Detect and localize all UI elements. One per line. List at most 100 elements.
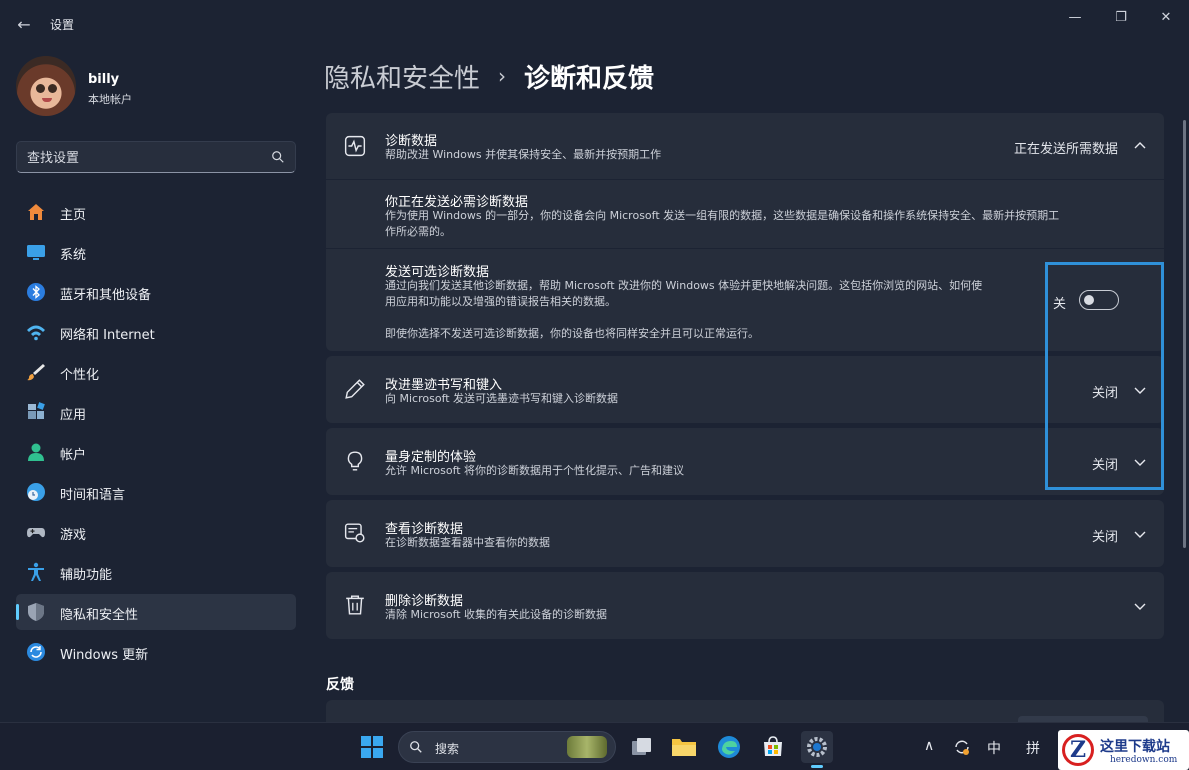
breadcrumb-separator: › — [498, 64, 507, 88]
sidebar-item-gaming[interactable]: 游戏 — [16, 514, 296, 550]
sidebar-item-privacy[interactable]: 隐私和安全性 — [16, 594, 296, 630]
inking-subtitle: 向 Microsoft 发送可选墨迹书写和键入诊断数据 — [385, 392, 619, 405]
gear-icon — [807, 737, 827, 757]
optional-diagnostic-desc-2: 用应用和功能以及增强的错误报告相关的数据。 — [385, 295, 616, 308]
watermark-url: heredown.com — [1110, 755, 1178, 765]
monitor-icon — [27, 245, 45, 260]
sidebar-item-label: 主页 — [60, 208, 87, 223]
sidebar-item-apps[interactable]: 应用 — [16, 394, 296, 430]
optional-diagnostic-desc-1: 通过向我们发送其他诊断数据，帮助 Microsoft 改进你的 Windows … — [385, 279, 983, 292]
store-icon — [764, 736, 782, 756]
file-explorer-button[interactable] — [668, 731, 700, 763]
breadcrumb-parent[interactable]: 隐私和安全性 — [324, 58, 480, 95]
required-diagnostic-row: 你正在发送必需诊断数据 作为使用 Windows 的一部分，你的设备会向 Mic… — [326, 180, 1164, 248]
sidebar-item-system[interactable]: 系统 — [16, 234, 296, 270]
lightbulb-icon — [347, 451, 363, 471]
view-diagnostic-status: 关闭 — [1091, 530, 1118, 545]
feedback-frequency-card[interactable] — [326, 700, 1164, 726]
diagnostic-data-card: 诊断数据 帮助改进 Windows 并使其保持安全、最新并按预期工作 正在发送所… — [326, 113, 1164, 351]
sidebar-item-time-language[interactable]: 时间和语言 — [16, 474, 296, 510]
diagnostic-data-header[interactable]: 诊断数据 帮助改进 Windows 并使其保持安全、最新并按预期工作 正在发送所… — [326, 113, 1164, 179]
bluetooth-icon — [27, 283, 45, 301]
diagnostic-data-subtitle: 帮助改进 Windows 并使其保持安全、最新并按预期工作 — [385, 148, 662, 161]
account-type: 本地帐户 — [88, 93, 132, 106]
sidebar-item-label: 帐户 — [60, 448, 87, 463]
close-button[interactable]: ✕ — [1143, 6, 1189, 28]
sidebar-item-label: 系统 — [60, 248, 87, 263]
inking-typing-card[interactable]: 改进墨迹书写和键入 向 Microsoft 发送可选墨迹书写和键入诊断数据 关闭 — [326, 356, 1164, 423]
folder-icon — [672, 739, 696, 756]
user-name: billy — [88, 72, 120, 87]
watermark-text: 这里下载站 — [1100, 739, 1170, 755]
back-arrow-icon: ← — [17, 14, 31, 34]
watermark-logo-icon: Z — [1062, 734, 1094, 766]
taskbar-search[interactable]: 搜索 — [398, 731, 616, 763]
sidebar-item-home[interactable]: 主页 — [16, 194, 296, 230]
accessibility-icon — [28, 562, 44, 581]
chevron-down-icon[interactable] — [1132, 598, 1148, 614]
task-view-icon — [632, 738, 651, 755]
store-button[interactable] — [757, 731, 789, 763]
restore-icon: ❐ — [1115, 9, 1127, 25]
close-icon: ✕ — [1160, 9, 1172, 25]
optional-diagnostic-row: 发送可选诊断数据 通过向我们发送其他诊断数据，帮助 Microsoft 改进你的… — [326, 249, 1164, 351]
delete-diagnostic-card[interactable]: 删除诊断数据 清除 Microsoft 收集的有关此设备的诊断数据 — [326, 572, 1164, 639]
sidebar-item-label: 应用 — [60, 408, 87, 423]
network-sync-icon[interactable] — [952, 737, 972, 757]
wifi-icon — [27, 325, 45, 341]
activity-monitor-icon — [344, 135, 366, 157]
app-title: 设置 — [50, 18, 75, 32]
scrollbar[interactable] — [1183, 120, 1186, 548]
chevron-down-icon[interactable] — [1132, 526, 1148, 542]
chevron-down-icon[interactable] — [1132, 382, 1148, 398]
delete-diagnostic-subtitle: 清除 Microsoft 收集的有关此设备的诊断数据 — [385, 608, 608, 621]
settings-search[interactable] — [16, 141, 296, 173]
chevron-up-icon[interactable] — [1132, 138, 1148, 154]
user-profile[interactable]: billy 本地帐户 — [16, 56, 296, 118]
diagnostic-data-status: 正在发送所需数据 — [1013, 142, 1118, 157]
minimize-icon: — — [1068, 9, 1082, 25]
ime-language-indicator[interactable]: 中 — [987, 738, 1001, 758]
sidebar-item-label: 游戏 — [60, 528, 87, 543]
sidebar-item-windows-update[interactable]: Windows 更新 — [16, 634, 296, 670]
pen-icon — [345, 379, 365, 399]
settings-taskbar-button[interactable] — [801, 731, 833, 768]
ime-mode-indicator[interactable]: 拼 — [1026, 738, 1040, 758]
sidebar-item-personalization[interactable]: 个性化 — [16, 354, 296, 390]
edge-icon — [718, 736, 740, 758]
home-icon — [28, 204, 44, 220]
page-title: 诊断和反馈 — [524, 63, 655, 94]
sidebar-item-network[interactable]: 网络和 Internet — [16, 314, 296, 350]
sidebar-nav: 主页 系统 蓝牙和其他设备 网络和 Internet 个性化 应用 帐户 时间和… — [16, 194, 296, 674]
tailored-status: 关闭 — [1091, 458, 1118, 473]
view-diagnostic-card[interactable]: 查看诊断数据 在诊断数据查看器中查看你的数据 关闭 — [326, 500, 1164, 567]
sidebar-item-label: 辅助功能 — [60, 568, 113, 583]
search-icon[interactable] — [271, 150, 285, 164]
search-input[interactable] — [27, 148, 257, 168]
tray-overflow-chevron[interactable]: ∧ — [924, 738, 934, 754]
sidebar-item-accessibility[interactable]: 辅助功能 — [16, 554, 296, 590]
sidebar-item-label: 时间和语言 — [60, 488, 126, 503]
gamepad-icon — [27, 528, 45, 538]
data-viewer-icon — [344, 523, 365, 543]
sidebar-item-accounts[interactable]: 帐户 — [16, 434, 296, 470]
chevron-down-icon[interactable] — [1132, 454, 1148, 470]
brush-icon — [27, 364, 45, 381]
tailored-subtitle: 允许 Microsoft 将你的诊断数据用于个性化提示、广告和建议 — [385, 464, 685, 477]
optional-diagnostic-toggle[interactable] — [1079, 290, 1119, 310]
sidebar-item-label: 蓝牙和其他设备 — [60, 288, 152, 303]
avatar — [16, 56, 76, 116]
inking-status: 关闭 — [1091, 386, 1118, 401]
site-watermark: Z 这里下载站 heredown.com — [1058, 730, 1189, 770]
tailored-experience-card[interactable]: 量身定制的体验 允许 Microsoft 将你的诊断数据用于个性化提示、广告和建… — [326, 428, 1164, 495]
edge-button[interactable] — [713, 731, 745, 763]
person-icon — [28, 443, 44, 461]
back-button[interactable]: ← — [10, 12, 38, 36]
maximize-button[interactable]: ❐ — [1098, 6, 1144, 28]
task-view-button[interactable] — [626, 731, 658, 763]
sidebar-item-label: 隐私和安全性 — [60, 608, 139, 623]
sidebar-item-bluetooth[interactable]: 蓝牙和其他设备 — [16, 274, 296, 310]
start-button[interactable] — [356, 731, 388, 763]
clock-globe-icon — [27, 483, 45, 501]
minimize-button[interactable]: — — [1052, 6, 1098, 28]
